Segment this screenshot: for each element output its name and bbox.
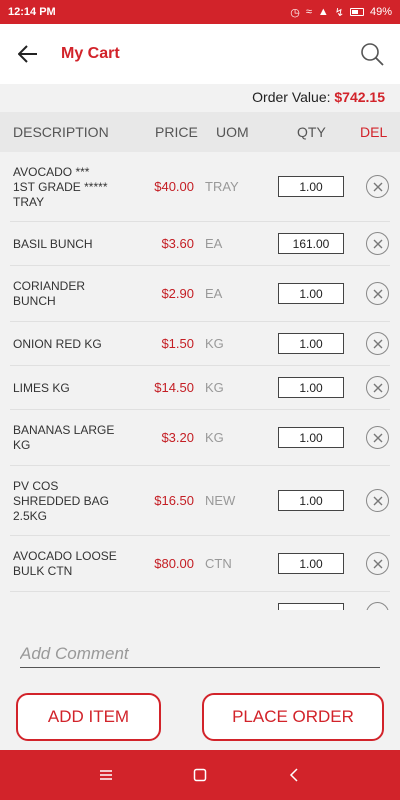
order-value: Order Value: $742.15 bbox=[252, 89, 385, 105]
order-value-amount: $742.15 bbox=[334, 89, 385, 105]
cart-item-row: BANANAS LARGE KG $3.20 KG bbox=[10, 410, 390, 466]
item-description: BANANAS LARGE KG bbox=[13, 423, 115, 452]
table-header: DESCRIPTION PRICE UOM QTY DEL bbox=[0, 112, 400, 152]
status-bar: 12:14 PM ◷ ≈ ▲ ↯ 49% bbox=[0, 0, 400, 24]
item-uom: KG bbox=[205, 336, 224, 351]
close-circle-icon[interactable] bbox=[366, 426, 389, 449]
add-item-button[interactable]: ADD ITEM bbox=[16, 693, 161, 741]
item-description: ONION RED KG bbox=[13, 336, 102, 351]
close-circle-icon[interactable] bbox=[366, 376, 389, 399]
item-uom: TRAY bbox=[205, 179, 239, 194]
cart-item-row: ONION RED KG $1.50 KG bbox=[10, 322, 390, 366]
quantity-field[interactable] bbox=[278, 176, 344, 197]
cart-item-row: AVOCADO LOOSE BULK CTN $80.00 CTN bbox=[10, 536, 390, 592]
charging-icon: ↯ bbox=[334, 6, 344, 19]
quantity-field[interactable] bbox=[278, 553, 344, 574]
cart-item-row: BASIL BUNCH $3.60 EA bbox=[10, 222, 390, 266]
battery-icon bbox=[349, 8, 364, 16]
close-circle-icon[interactable] bbox=[366, 175, 389, 198]
close-circle-icon[interactable] bbox=[366, 552, 389, 575]
quantity-field[interactable] bbox=[278, 333, 344, 354]
quantity-field[interactable] bbox=[278, 427, 344, 448]
wifi-icon: ≈ bbox=[305, 6, 312, 18]
cart-item-list[interactable]: AVOCADO *** 1st GRADE ***** TRAY $40.00 TR… bbox=[10, 152, 390, 610]
close-circle-icon[interactable] bbox=[366, 602, 389, 610]
quantity-field[interactable] bbox=[278, 233, 344, 254]
comment-field-wrap bbox=[20, 640, 380, 668]
quantity-field[interactable] bbox=[278, 490, 344, 511]
column-uom: UOM bbox=[216, 124, 249, 140]
status-icons: ◷ ≈ ▲ ↯ 49% bbox=[290, 6, 392, 19]
cart-item-row: PV COS SHREDDED BAG 2.5KG $16.50 NEW bbox=[10, 466, 390, 536]
column-description: DESCRIPTION bbox=[13, 124, 109, 140]
close-circle-icon[interactable] bbox=[366, 332, 389, 355]
column-qty: QTY bbox=[297, 124, 326, 140]
item-description: LIMES KG bbox=[13, 380, 70, 395]
item-price: $40.00 bbox=[154, 179, 194, 194]
status-time: 12:14 PM bbox=[8, 6, 56, 18]
system-nav-bar bbox=[0, 750, 400, 800]
cart-item-row: CORIANDER BUNCH $2.90 EA bbox=[10, 266, 390, 322]
item-description: PV COS SHREDDED BAG 2.5KG bbox=[13, 478, 110, 523]
item-uom: CTN bbox=[205, 556, 232, 571]
item-price: $80.00 bbox=[154, 556, 194, 571]
item-price: $2.90 bbox=[161, 286, 194, 301]
item-uom: EA bbox=[205, 286, 223, 301]
item-price: $3.60 bbox=[161, 236, 194, 251]
item-description: CORIANDER BUNCH bbox=[13, 279, 86, 308]
item-uom: NEW bbox=[205, 493, 236, 508]
alarm-icon: ◷ bbox=[290, 6, 300, 19]
close-circle-icon[interactable] bbox=[366, 232, 389, 255]
close-circle-icon[interactable] bbox=[366, 282, 389, 305]
place-order-button[interactable]: PLACE ORDER bbox=[202, 693, 384, 741]
item-uom: KG bbox=[205, 380, 224, 395]
arrow-left-icon[interactable] bbox=[14, 40, 42, 68]
item-description: AVOCADO *** 1st GRADE ***** TRAY bbox=[13, 164, 108, 209]
item-price: $3.20 bbox=[161, 430, 194, 445]
quantity-field[interactable] bbox=[278, 603, 344, 610]
item-price: $1.50 bbox=[161, 336, 194, 351]
quantity-field[interactable] bbox=[278, 377, 344, 398]
item-uom: KG bbox=[205, 430, 224, 445]
item-description: BASIL BUNCH bbox=[13, 236, 93, 251]
comment-input[interactable] bbox=[20, 640, 380, 667]
cart-item-row bbox=[10, 592, 390, 610]
item-description: AVOCADO LOOSE BULK CTN bbox=[13, 549, 117, 578]
quantity-field[interactable] bbox=[278, 283, 344, 304]
item-price: $16.50 bbox=[154, 493, 194, 508]
column-price: PRICE bbox=[155, 124, 198, 140]
app-bar: My Cart bbox=[0, 24, 400, 84]
order-value-label: Order Value: bbox=[252, 89, 335, 105]
chevron-left-icon[interactable] bbox=[282, 763, 306, 787]
column-del: DEL bbox=[360, 124, 388, 140]
cart-item-row: AVOCADO *** 1st GRADE ***** TRAY $40.00 TR… bbox=[10, 152, 390, 222]
close-circle-icon[interactable] bbox=[366, 489, 389, 512]
menu-icon[interactable] bbox=[94, 763, 118, 787]
search-icon[interactable] bbox=[358, 40, 386, 68]
item-price: $14.50 bbox=[154, 380, 194, 395]
battery-percent: 49% bbox=[369, 6, 392, 18]
cart-item-row: LIMES KG $14.50 KG bbox=[10, 366, 390, 410]
page-title: My Cart bbox=[61, 45, 120, 62]
item-uom: EA bbox=[205, 236, 223, 251]
square-home-icon[interactable] bbox=[188, 763, 212, 787]
signal-icon: ▲ bbox=[317, 6, 329, 18]
